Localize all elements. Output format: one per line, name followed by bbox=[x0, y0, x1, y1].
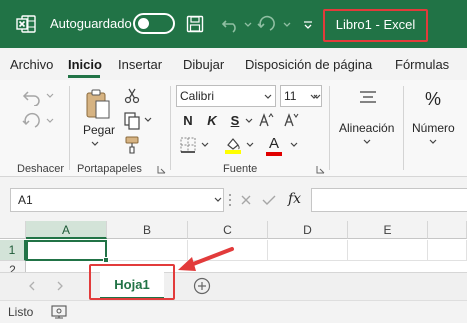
dialog-launcher-icon[interactable] bbox=[316, 165, 325, 174]
format-painter-icon[interactable] bbox=[124, 136, 142, 154]
fill-color-dropdown-icon[interactable] bbox=[246, 142, 254, 148]
row-header-1[interactable]: 1 bbox=[0, 240, 26, 261]
undo-dropdown-icon[interactable] bbox=[244, 14, 252, 34]
font-color-swatch bbox=[266, 152, 282, 156]
bold-button[interactable]: N bbox=[180, 113, 196, 128]
tab-disposicion-pagina[interactable]: Disposición de página bbox=[245, 57, 372, 72]
sheet-tab-highlight bbox=[89, 264, 175, 300]
alignment-icon[interactable] bbox=[358, 89, 378, 107]
column-header-partial[interactable] bbox=[428, 221, 467, 239]
ribbon-separator bbox=[329, 86, 330, 170]
excel-window: Autoguardado Libro1 - Excel Archivo Inic… bbox=[0, 0, 467, 323]
copy-dropdown-icon[interactable] bbox=[144, 117, 152, 123]
name-box-dropdown-icon[interactable] bbox=[214, 197, 222, 203]
dialog-launcher-icon[interactable] bbox=[157, 165, 166, 174]
column-header-a[interactable]: A bbox=[26, 221, 107, 239]
toggle-knob bbox=[138, 18, 149, 29]
undo-icon[interactable] bbox=[22, 88, 44, 106]
autosave-label: Autoguardado bbox=[50, 16, 132, 31]
excel-logo-icon[interactable] bbox=[16, 15, 36, 33]
column-header-d[interactable]: D bbox=[268, 221, 348, 239]
group-label-font: Fuente bbox=[223, 163, 258, 175]
redo-icon[interactable] bbox=[22, 112, 44, 130]
ribbon-separator bbox=[69, 86, 70, 170]
font-color-button[interactable]: A bbox=[266, 135, 282, 152]
font-name-combo[interactable]: Calibri bbox=[176, 85, 276, 107]
number-label[interactable]: Número bbox=[412, 121, 455, 135]
column-header-b[interactable]: B bbox=[107, 221, 188, 239]
tab-archivo[interactable]: Archivo bbox=[10, 57, 53, 72]
tab-formulas[interactable]: Fórmulas bbox=[395, 57, 449, 72]
fill-color-icon[interactable] bbox=[224, 136, 242, 154]
column-header-e[interactable]: E bbox=[348, 221, 428, 239]
redo-icon[interactable] bbox=[257, 14, 279, 34]
copy-icon[interactable] bbox=[124, 112, 142, 130]
group-label-undo: Deshacer bbox=[17, 163, 65, 175]
paste-label[interactable]: Pegar bbox=[83, 123, 115, 137]
formula-input[interactable] bbox=[311, 188, 467, 212]
undo-dropdown-icon[interactable] bbox=[46, 92, 54, 100]
cancel-icon[interactable] bbox=[240, 194, 252, 206]
name-box-value: A1 bbox=[18, 193, 33, 207]
undo-icon[interactable] bbox=[221, 14, 241, 34]
add-sheet-icon[interactable] bbox=[193, 277, 211, 295]
ribbon-separator bbox=[403, 86, 404, 170]
formula-bar-grip-icon[interactable] bbox=[228, 193, 232, 207]
column-header-c[interactable]: C bbox=[188, 221, 268, 239]
font-name-value: Calibri bbox=[180, 89, 215, 103]
active-tab-indicator bbox=[68, 75, 100, 78]
more-options-icon[interactable] bbox=[312, 90, 322, 102]
scroll-right-icon[interactable] bbox=[56, 281, 64, 291]
alignment-dropdown-icon[interactable] bbox=[363, 139, 371, 145]
customize-toolbar-icon[interactable] bbox=[303, 14, 313, 34]
scroll-left-icon[interactable] bbox=[28, 281, 36, 291]
fill-handle[interactable] bbox=[103, 257, 109, 263]
ribbon-separator bbox=[170, 86, 171, 170]
status-bar bbox=[0, 300, 467, 323]
redo-dropdown-icon[interactable] bbox=[283, 14, 291, 34]
window-title: Libro1 - Excel bbox=[323, 9, 428, 42]
alignment-label[interactable]: Alineación bbox=[339, 121, 394, 135]
select-all-corner[interactable] bbox=[0, 221, 26, 239]
active-cell[interactable] bbox=[26, 240, 109, 263]
underline-dropdown-icon[interactable] bbox=[245, 118, 253, 124]
name-box[interactable]: A1 bbox=[10, 188, 224, 212]
font-color-dropdown-icon[interactable] bbox=[290, 142, 298, 148]
increase-font-icon[interactable] bbox=[258, 112, 274, 128]
redo-dropdown-icon[interactable] bbox=[46, 117, 54, 125]
cut-icon[interactable] bbox=[124, 88, 140, 104]
tab-insertar[interactable]: Insertar bbox=[118, 57, 162, 72]
number-dropdown-icon[interactable] bbox=[429, 139, 437, 145]
save-icon[interactable] bbox=[186, 14, 204, 34]
cell-d1[interactable] bbox=[268, 240, 348, 261]
percent-icon[interactable]: % bbox=[425, 89, 441, 110]
paste-icon[interactable] bbox=[85, 88, 111, 120]
borders-dropdown-icon[interactable] bbox=[201, 142, 209, 148]
autosave-toggle[interactable] bbox=[133, 13, 175, 34]
chevron-down-icon bbox=[264, 94, 272, 99]
tab-inicio[interactable]: Inicio bbox=[68, 57, 102, 72]
decrease-font-icon[interactable] bbox=[283, 112, 299, 128]
status-text: Listo bbox=[8, 305, 34, 319]
underline-button[interactable]: S bbox=[227, 113, 243, 128]
insert-function-button[interactable]: fx bbox=[288, 191, 301, 207]
cell-e1[interactable] bbox=[348, 240, 428, 261]
group-label-clipboard: Portapapeles bbox=[77, 163, 142, 175]
font-size-value: 11 bbox=[284, 89, 297, 103]
borders-icon[interactable] bbox=[180, 137, 196, 153]
tab-dibujar[interactable]: Dibujar bbox=[183, 57, 224, 72]
accessibility-icon[interactable] bbox=[51, 305, 67, 319]
title-bar: Autoguardado Libro1 - Excel bbox=[0, 0, 467, 48]
italic-button[interactable]: K bbox=[204, 113, 220, 128]
confirm-icon[interactable] bbox=[262, 194, 276, 206]
annotation-arrow-icon bbox=[178, 247, 234, 271]
sheet-tab-bar bbox=[0, 272, 467, 300]
paste-dropdown-icon[interactable] bbox=[91, 141, 99, 147]
cell-f1[interactable] bbox=[428, 240, 467, 261]
